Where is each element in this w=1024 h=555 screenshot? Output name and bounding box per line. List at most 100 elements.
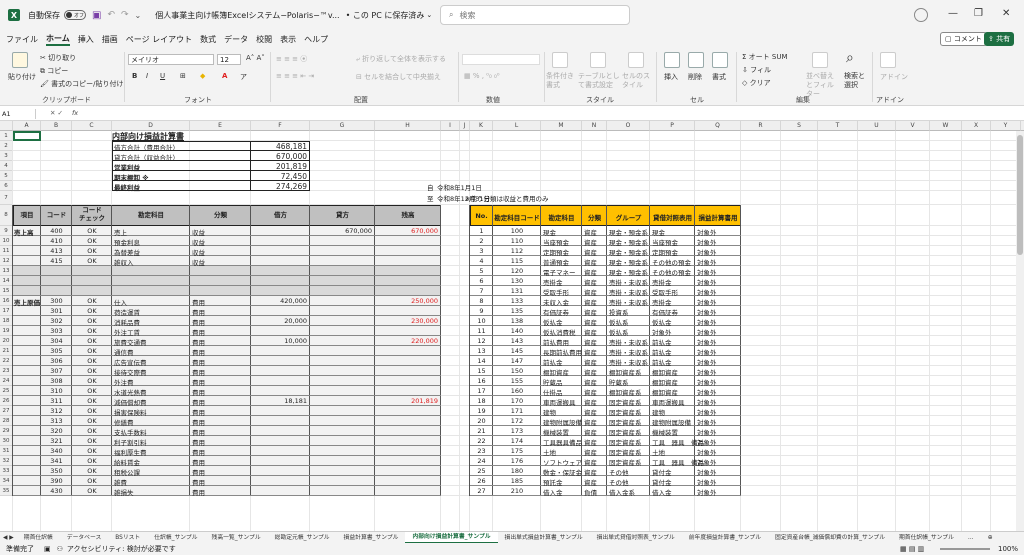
- font-size-select[interactable]: 12: [217, 54, 241, 65]
- autosave-toggle[interactable]: オフ: [64, 10, 86, 20]
- accessibility-status[interactable]: アクセシビリティ: 検討が必要です: [67, 544, 176, 554]
- column-header[interactable]: R: [741, 121, 781, 131]
- tab-formulas[interactable]: 数式: [200, 34, 216, 45]
- wrap-text-button[interactable]: ⤶ 折り返して全体を表示する: [356, 54, 446, 64]
- chevron-down-icon[interactable]: ⌄: [426, 11, 432, 19]
- column-header[interactable]: Y: [991, 121, 1021, 131]
- sheet-tab[interactable]: BSリスト: [108, 532, 147, 544]
- column-header[interactable]: A: [13, 121, 41, 131]
- worksheet-grid[interactable]: ABCDEFGHIJKLMNOPQRSTUVWXYZAAABAC12345678…: [0, 121, 1024, 531]
- fill-button[interactable]: ⇩ フィル: [742, 65, 771, 75]
- undo-icon[interactable]: ↶: [107, 10, 115, 20]
- select-all-corner[interactable]: [0, 121, 13, 131]
- tab-help[interactable]: ヘルプ: [304, 34, 328, 45]
- format-as-table-button[interactable]: テーブルとして書式設定: [578, 72, 620, 90]
- find-select-button[interactable]: 検索と選択: [844, 72, 868, 90]
- tab-data[interactable]: データ: [224, 34, 248, 45]
- paste-button[interactable]: 貼り付け: [8, 72, 36, 82]
- sheet-nav-icon[interactable]: ◀ ▶: [0, 535, 17, 541]
- fx-icon[interactable]: fx: [72, 109, 78, 117]
- scrollbar-thumb[interactable]: [1017, 135, 1023, 255]
- column-header[interactable]: M: [541, 121, 582, 131]
- underline-button[interactable]: U: [160, 72, 165, 80]
- copy-button[interactable]: ⧉ コピー: [40, 66, 68, 76]
- cell-style-icon[interactable]: [628, 52, 644, 68]
- column-header[interactable]: U: [858, 121, 896, 131]
- sheet-tab[interactable]: 損出単式損益計算書_サンプル: [498, 532, 590, 544]
- tab-insert[interactable]: 挿入: [78, 34, 94, 45]
- cut-button[interactable]: ✂ 切り取り: [40, 53, 76, 63]
- restore-icon[interactable]: ❐: [974, 8, 983, 19]
- redo-icon[interactable]: ↷: [121, 10, 129, 20]
- column-header[interactable]: O: [607, 121, 650, 131]
- align-top-icons[interactable]: ≡ ≡ ≡ ⦿: [276, 54, 307, 64]
- sheet-tab[interactable]: 固定資産台帳_減価償却費の計算_サンプル: [768, 532, 892, 544]
- save-state[interactable]: • この PC に保存済み: [346, 10, 425, 21]
- comment-button[interactable]: ▢ コメント: [940, 32, 987, 46]
- sheet-tab[interactable]: 総勘定元帳_サンプル: [268, 532, 337, 544]
- conditional-format-icon[interactable]: [552, 52, 568, 68]
- name-box[interactable]: A1: [2, 109, 36, 119]
- selected-cell[interactable]: [13, 131, 41, 141]
- bold-button[interactable]: B: [132, 72, 137, 80]
- sheet-tab[interactable]: 損出単式貸借対照表_サンプル: [590, 532, 682, 544]
- border-icon[interactable]: ⊞: [180, 72, 186, 80]
- column-header[interactable]: E: [190, 121, 251, 131]
- column-header[interactable]: L: [493, 121, 541, 131]
- zoom-level[interactable]: 100%: [998, 545, 1018, 553]
- format-painter-button[interactable]: 🖌 書式のコピー/貼り付け: [40, 79, 123, 89]
- sheet-tab[interactable]: 前年度損益計算書_サンプル: [682, 532, 768, 544]
- insert-cells-button[interactable]: 挿入: [664, 72, 678, 82]
- column-header[interactable]: Q: [695, 121, 741, 131]
- autosum-button[interactable]: Σ オート SUM: [742, 52, 788, 62]
- tab-view[interactable]: 表示: [280, 34, 296, 45]
- column-header[interactable]: V: [896, 121, 930, 131]
- number-format-icons[interactable]: ▦ % ‚ ⁰₀ ₀⁰: [464, 72, 500, 80]
- column-header[interactable]: I: [441, 121, 460, 131]
- delete-cells-button[interactable]: 削除: [688, 72, 702, 82]
- column-header[interactable]: H: [375, 121, 441, 131]
- sheet-tab[interactable]: 仕訳帳_サンプル: [147, 532, 204, 544]
- close-icon[interactable]: ✕: [1002, 8, 1010, 19]
- cell-style-button[interactable]: セルのスタイル: [622, 72, 650, 90]
- addin-button[interactable]: アドイン: [880, 72, 908, 82]
- search-input[interactable]: ⌕ 検索: [440, 5, 630, 25]
- number-format-select[interactable]: [462, 54, 540, 65]
- tab-review[interactable]: 校閲: [256, 34, 272, 45]
- sort-filter-button[interactable]: 並べ替えとフィルター: [806, 72, 838, 99]
- column-header[interactable]: C: [72, 121, 112, 131]
- tab-draw[interactable]: 描画: [102, 34, 118, 45]
- zoom-slider[interactable]: [940, 548, 990, 550]
- share-button[interactable]: ⇪ 共有: [984, 32, 1015, 46]
- conditional-format-button[interactable]: 条件付き書式: [546, 72, 574, 90]
- minimize-icon[interactable]: —: [948, 8, 958, 19]
- format-as-table-icon[interactable]: [590, 52, 606, 68]
- clear-button[interactable]: ◇ クリア: [742, 78, 771, 88]
- find-select-icon[interactable]: ⌕: [846, 50, 854, 66]
- format-cells-button[interactable]: 書式: [712, 72, 726, 82]
- customize-icon[interactable]: ⌄: [135, 11, 142, 20]
- format-cells-icon[interactable]: [712, 52, 728, 68]
- column-header[interactable]: G: [310, 121, 375, 131]
- column-header[interactable]: F: [251, 121, 310, 131]
- view-mode-icons[interactable]: ▦ ▤ ▥: [900, 545, 924, 553]
- delete-cells-icon[interactable]: [688, 52, 704, 68]
- addin-icon[interactable]: [880, 52, 896, 68]
- sheet-tab[interactable]: 残高一覧_サンプル: [205, 532, 268, 544]
- column-header[interactable]: J: [460, 121, 470, 131]
- formula-input[interactable]: [86, 108, 1016, 120]
- sort-filter-icon[interactable]: [812, 52, 828, 68]
- sheet-tab[interactable]: 内部向け損益計算書_サンプル: [405, 531, 498, 544]
- macro-icon[interactable]: ▣: [44, 545, 51, 553]
- sheet-tab[interactable]: データベース: [60, 532, 109, 544]
- fill-color-icon[interactable]: ◆: [200, 72, 205, 80]
- add-sheet-icon[interactable]: ⊕: [981, 535, 1000, 541]
- font-grow-icon[interactable]: A˄ A˅: [246, 54, 265, 62]
- font-name-select[interactable]: メイリオ: [128, 54, 214, 65]
- phonetic-icon[interactable]: ア: [240, 72, 247, 82]
- align-left-icons[interactable]: ≡ ≡ ≡ ⇤ ⇥: [276, 72, 314, 80]
- font-color-icon[interactable]: A: [222, 72, 227, 80]
- sheet-tab[interactable]: 期首仕訳帳: [17, 532, 60, 544]
- tab-page-layout[interactable]: ページ レイアウト: [126, 34, 192, 45]
- column-header[interactable]: N: [582, 121, 607, 131]
